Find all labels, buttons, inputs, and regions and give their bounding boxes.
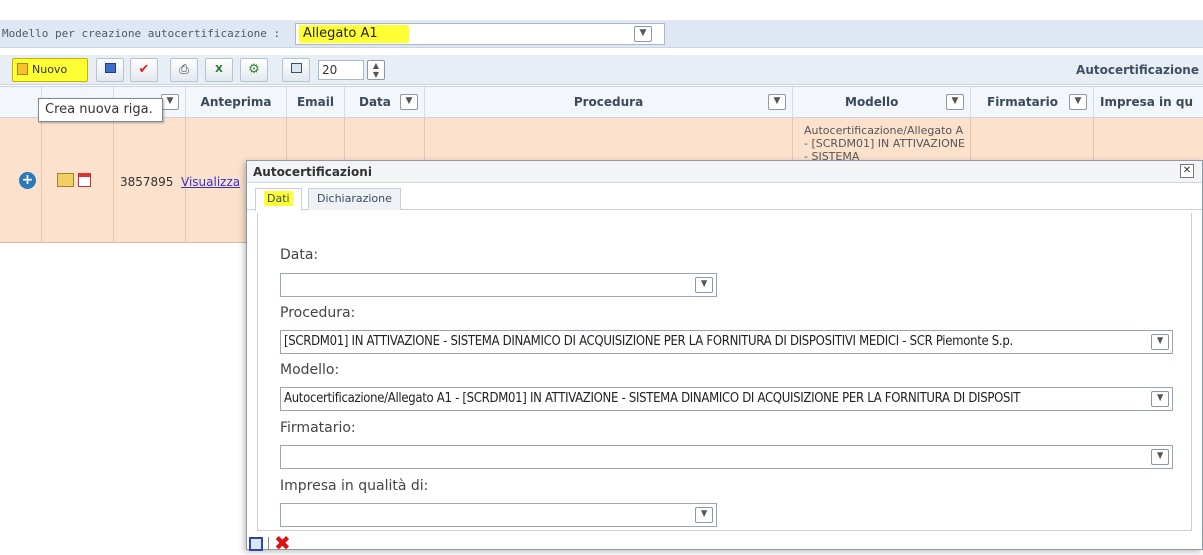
chevron-down-icon[interactable]: ▼: [1151, 449, 1169, 465]
dialog-body: Data: ▼ Procedura: [SCRDM01] IN ATTIVAZI…: [257, 213, 1192, 531]
header-procedura[interactable]: Procedura ▼: [425, 87, 793, 118]
header-data-label: Data: [359, 95, 391, 109]
export-excel-button[interactable]: X: [205, 58, 233, 82]
data-label: Data:: [280, 247, 319, 263]
printer-icon: ⎙: [179, 62, 189, 76]
edit-icon[interactable]: [57, 173, 74, 187]
model-select[interactable]: Allegato A1 ▼: [295, 23, 665, 45]
tooltip: Crea nuova riga.: [38, 98, 163, 122]
page-size-spinner[interactable]: ▲ ▼: [367, 60, 385, 80]
header-impresa[interactable]: Impresa in qu: [1094, 87, 1203, 118]
model-label: Modello per creazione autocertificazione…: [2, 27, 281, 40]
excel-icon: X: [215, 64, 223, 75]
header-firmatario-label: Firmatario: [987, 95, 1058, 109]
calendar-icon[interactable]: [78, 173, 91, 187]
header-data[interactable]: Data ▼: [345, 87, 425, 118]
grid-icon: [104, 63, 116, 73]
tab-dati[interactable]: Dati: [255, 188, 302, 211]
header-procedura-label: Procedura: [573, 95, 644, 109]
firmatario-select[interactable]: ▼: [280, 445, 1173, 469]
chevron-down-icon[interactable]: ▼: [1151, 391, 1169, 407]
modello-select-value: Autocertificazione/Allegato A1 - [SCRDM0…: [284, 391, 1021, 406]
impresa-label: Impresa in qualità di:: [280, 478, 429, 494]
header-firmatario[interactable]: Firmatario ▼: [971, 87, 1094, 118]
chevron-down-icon[interactable]: ▼: [768, 94, 786, 110]
filter-icon: ⚙: [248, 62, 260, 77]
model-select-value: Allegato A1: [299, 25, 409, 43]
header-anteprima[interactable]: Anteprima: [186, 87, 287, 118]
preview-link[interactable]: Visualizza: [181, 175, 240, 189]
procedura-select[interactable]: [SCRDM01] IN ATTIVAZIONE - SISTEMA DINAM…: [280, 330, 1173, 354]
model-bar: Modello per creazione autocertificazione…: [0, 20, 1203, 48]
spin-up-icon: ▲: [372, 61, 380, 70]
tab-dati-label: Dati: [264, 191, 293, 206]
header-modello[interactable]: Modello ▼: [793, 87, 971, 118]
autocertificazioni-dialog: Autocertificazioni ✕ Dati Dichiarazione …: [246, 160, 1203, 553]
new-button[interactable]: Nuovo: [12, 58, 88, 82]
toolbar: Nuovo ✔ ⎙ X ⚙ 20 ▲ ▼ Autocertificazione: [0, 55, 1203, 85]
dialog-title: Autocertificazioni: [247, 161, 1202, 183]
data-select[interactable]: ▼: [280, 273, 717, 297]
columns-icon: [290, 63, 302, 73]
procedura-select-value: [SCRDM01] IN ATTIVAZIONE - SISTEMA DINAM…: [284, 334, 1013, 349]
close-icon[interactable]: ✕: [1180, 164, 1194, 178]
dialog-footer: ✖: [247, 533, 367, 553]
header-modello-label: Modello: [845, 95, 899, 109]
modello-label: Modello:: [280, 362, 340, 378]
dialog-tabs: Dati Dichiarazione: [247, 184, 1202, 211]
modello-select[interactable]: Autocertificazione/Allegato A1 - [SCRDM0…: [280, 387, 1173, 411]
new-row-icon: [17, 63, 28, 75]
chevron-down-icon[interactable]: ▼: [400, 94, 418, 110]
chevron-down-icon[interactable]: ▼: [634, 26, 652, 42]
row-modello-text: Autocertificazione/Allegato A - [SCRDM01…: [804, 124, 965, 160]
page-size-input[interactable]: 20: [318, 60, 364, 80]
separator: [268, 537, 269, 550]
spin-down-icon: ▼: [372, 70, 380, 79]
tab-dichiarazione[interactable]: Dichiarazione: [308, 188, 401, 210]
chevron-down-icon[interactable]: ▼: [1151, 334, 1169, 350]
procedura-label: Procedura:: [280, 305, 356, 321]
chevron-down-icon[interactable]: ▼: [695, 277, 713, 293]
check-icon: ✔: [138, 62, 150, 77]
columns-button[interactable]: [282, 58, 310, 82]
new-button-label: Nuovo: [32, 63, 68, 76]
grid-view-button[interactable]: [96, 58, 124, 82]
toolbar-title: Autocertificazione: [1076, 63, 1199, 77]
save-icon[interactable]: [249, 537, 263, 551]
chevron-down-icon[interactable]: ▼: [946, 94, 964, 110]
header-email[interactable]: Email: [287, 87, 345, 118]
chevron-down-icon[interactable]: ▼: [695, 507, 713, 523]
grid-header: ▼ Anteprima Email Data ▼ Procedura ▼ Mod…: [0, 86, 1203, 118]
impresa-select[interactable]: ▼: [280, 503, 717, 527]
delete-icon[interactable]: ✖: [274, 533, 291, 553]
firmatario-label: Firmatario:: [280, 420, 356, 436]
row-id: 3857895: [120, 175, 174, 189]
header-expand: [0, 87, 42, 118]
expand-plus-icon[interactable]: +: [19, 172, 36, 189]
filter-button[interactable]: ⚙: [240, 58, 268, 82]
print-button[interactable]: ⎙: [170, 58, 198, 82]
chevron-down-icon[interactable]: ▼: [161, 94, 179, 110]
chevron-down-icon[interactable]: ▼: [1069, 94, 1087, 110]
confirm-button[interactable]: ✔: [130, 58, 158, 82]
